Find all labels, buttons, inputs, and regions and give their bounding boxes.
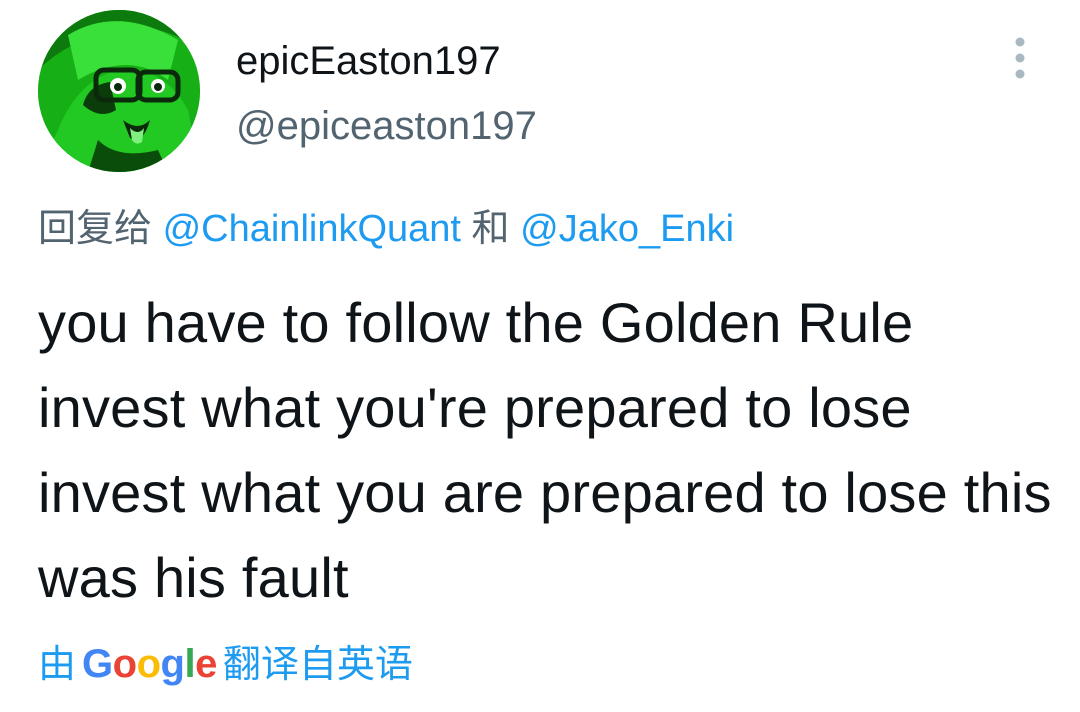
more-options-button[interactable] — [1000, 34, 1040, 82]
tweet: epicEaston197 @epiceaston197 回复给 @Chainl… — [0, 0, 1080, 712]
mention-link-chainlinkquant[interactable]: @ChainlinkQuant — [163, 208, 461, 250]
translation-suffix: 翻译自英语 — [222, 644, 413, 686]
avatar-image — [38, 10, 200, 172]
translation-attribution[interactable]: 由 Google 翻译自英语 — [38, 640, 413, 689]
translation-prefix: 由 — [38, 644, 77, 686]
reply-prefix: 回复给 — [38, 208, 153, 250]
profile-avatar[interactable] — [38, 10, 200, 172]
tweet-text: you have to follow the Golden Rule inves… — [38, 291, 1052, 609]
google-logo: Google — [82, 642, 217, 686]
reply-connector: 和 — [471, 208, 510, 250]
reply-context: 回复给 @ChainlinkQuant 和 @Jako_Enki — [38, 206, 734, 252]
mention-link-jako-enki[interactable]: @Jako_Enki — [520, 208, 734, 250]
author-display-name[interactable]: epicEaston197 — [236, 38, 501, 84]
more-vertical-icon — [1015, 37, 1025, 79]
author-handle[interactable]: @epiceaston197 — [236, 103, 537, 149]
